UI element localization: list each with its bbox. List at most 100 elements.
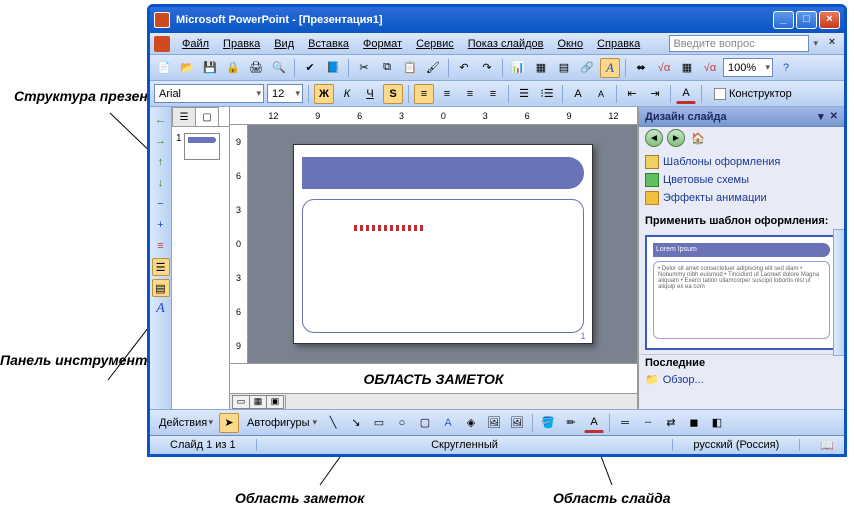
oval-button[interactable]: ○ — [392, 413, 412, 433]
align-center-button[interactable]: ≡ — [437, 84, 457, 104]
outline-tab[interactable]: ☰ — [172, 107, 196, 126]
underline-button[interactable]: Ч — [360, 84, 380, 104]
table-button[interactable]: ▦ — [531, 58, 551, 78]
arrow-button[interactable]: ↘ — [346, 413, 366, 433]
move-down-button[interactable]: ↓ — [152, 174, 170, 192]
slide[interactable]: 1 — [293, 144, 593, 344]
pointer-button[interactable]: ➤ — [219, 413, 239, 433]
collapse-button[interactable]: − — [152, 195, 170, 213]
status-book-icon[interactable]: 📖 — [800, 439, 844, 452]
permission-button[interactable]: 🔒 — [223, 58, 243, 78]
promote-button[interactable]: ← — [152, 111, 170, 129]
browse-link[interactable]: 📁 Обзор... — [639, 371, 844, 388]
undo-button[interactable]: ↶ — [454, 58, 474, 78]
font-color-draw-button[interactable]: A — [584, 413, 604, 433]
normal-view-button[interactable]: ▭ — [232, 395, 250, 409]
decrease-indent-button[interactable]: ⇤ — [622, 84, 642, 104]
nav-home-icon[interactable]: 🏠 — [689, 129, 707, 147]
slide-body-placeholder[interactable] — [302, 199, 584, 333]
collapse-all-button[interactable]: ≡ — [152, 237, 170, 255]
designer-button[interactable]: Конструктор — [707, 84, 799, 104]
maximize-button[interactable]: □ — [796, 11, 817, 29]
copy-button[interactable]: ⧉ — [377, 58, 397, 78]
line-color-button[interactable]: ✏ — [561, 413, 581, 433]
font-combo[interactable]: Arial — [154, 84, 264, 103]
picture-button[interactable]: 🖼 — [507, 413, 527, 433]
print-button[interactable]: 🖨 — [246, 58, 266, 78]
bullets-button[interactable]: ⁝☰ — [537, 84, 557, 104]
slide-canvas-area[interactable]: 1 — [248, 125, 637, 363]
spell-button[interactable]: ✔ — [300, 58, 320, 78]
format-painter-button[interactable]: 🖌 — [423, 58, 443, 78]
arrow-style-button[interactable]: ⇄ — [661, 413, 681, 433]
tables-borders-button[interactable]: ▤ — [554, 58, 574, 78]
sorter-view-button[interactable]: ▦ — [249, 395, 267, 409]
show-format-button[interactable]: √α — [654, 58, 674, 78]
decrease-font-button[interactable]: A — [591, 84, 611, 104]
slide-thumbnail[interactable]: 1 — [176, 133, 225, 160]
3d-style-button[interactable]: ◧ — [707, 413, 727, 433]
move-up-button[interactable]: ↑ — [152, 153, 170, 171]
help-button[interactable]: ? — [776, 58, 796, 78]
menu-format[interactable]: Формат — [357, 36, 408, 52]
open-button[interactable]: 📂 — [177, 58, 197, 78]
template-preview[interactable]: Lorem Ipsum • Delor sit amet consectetue… — [645, 235, 838, 350]
actions-menu[interactable]: Действия — [154, 413, 216, 432]
menu-edit[interactable]: Правка — [217, 36, 266, 52]
bold-button[interactable]: Ж — [314, 84, 334, 104]
new-button[interactable]: 📄 — [154, 58, 174, 78]
rectangle-button[interactable]: ▭ — [369, 413, 389, 433]
nav-back-icon[interactable]: ◄ — [645, 129, 663, 147]
animation-link[interactable]: Эффекты анимации — [645, 189, 838, 207]
line-style-button[interactable]: ═ — [615, 413, 635, 433]
research-button[interactable]: 📘 — [323, 58, 343, 78]
taskpane-menu[interactable]: ▾ — [818, 110, 824, 123]
show-formatting-button[interactable]: A — [152, 300, 170, 318]
nav-forward-icon[interactable]: ► — [667, 129, 685, 147]
menu-help[interactable]: Справка — [591, 36, 646, 52]
slide-title-placeholder[interactable] — [302, 157, 584, 189]
notes-pane[interactable]: ОБЛАСТЬ ЗАМЕТОК — [230, 363, 637, 393]
paste-button[interactable]: 📋 — [400, 58, 420, 78]
taskpane-close[interactable]: ✕ — [830, 111, 838, 122]
status-language[interactable]: русский (Россия) — [673, 439, 800, 451]
size-combo[interactable]: 12 — [267, 84, 303, 103]
redo-button[interactable]: ↷ — [477, 58, 497, 78]
cut-button[interactable]: ✂ — [354, 58, 374, 78]
align-left-button[interactable]: ≡ — [414, 84, 434, 104]
menu-view[interactable]: Вид — [268, 36, 300, 52]
preview-button[interactable]: 🔍 — [269, 58, 289, 78]
menu-file[interactable]: Файл — [176, 36, 215, 52]
clipart-button[interactable]: 🖼 — [484, 413, 504, 433]
slides-tab[interactable]: ▢ — [195, 107, 219, 126]
menu-slideshow[interactable]: Показ слайдов — [462, 36, 550, 52]
grid-button[interactable]: ▦ — [677, 58, 697, 78]
font-color-button[interactable]: A — [676, 84, 696, 104]
text-highlight-button[interactable]: A — [600, 58, 620, 78]
close-button[interactable]: × — [819, 11, 840, 29]
expand-button[interactable]: ⬌ — [631, 58, 651, 78]
line-button[interactable]: ╲ — [323, 413, 343, 433]
numbering-button[interactable]: ☰ — [514, 84, 534, 104]
hyperlink-button[interactable]: 🔗 — [577, 58, 597, 78]
fill-color-button[interactable]: 🪣 — [538, 413, 558, 433]
autoshapes-menu[interactable]: Автофигуры — [242, 413, 320, 432]
align-right-button[interactable]: ≡ — [460, 84, 480, 104]
taskpane-scrollbar[interactable] — [833, 229, 847, 356]
italic-button[interactable]: К — [337, 84, 357, 104]
menu-tools[interactable]: Сервис — [410, 36, 460, 52]
align-justify-button[interactable]: ≡ — [483, 84, 503, 104]
summary-button[interactable]: ▤ — [152, 279, 170, 297]
dash-style-button[interactable]: ┄ — [638, 413, 658, 433]
expand-button[interactable]: + — [152, 216, 170, 234]
color-schemes-link[interactable]: Цветовые схемы — [645, 171, 838, 189]
ask-question-box[interactable]: Введите вопрос — [669, 35, 809, 52]
vertical-ruler[interactable]: 9630369 — [230, 125, 248, 363]
wordart-button[interactable]: A — [438, 413, 458, 433]
increase-indent-button[interactable]: ⇥ — [645, 84, 665, 104]
diagram-button[interactable]: ◈ — [461, 413, 481, 433]
slideshow-view-button[interactable]: ▣ — [266, 395, 284, 409]
save-button[interactable]: 💾 — [200, 58, 220, 78]
demote-button[interactable]: → — [152, 132, 170, 150]
zoom-combo[interactable]: 100% — [723, 58, 773, 77]
